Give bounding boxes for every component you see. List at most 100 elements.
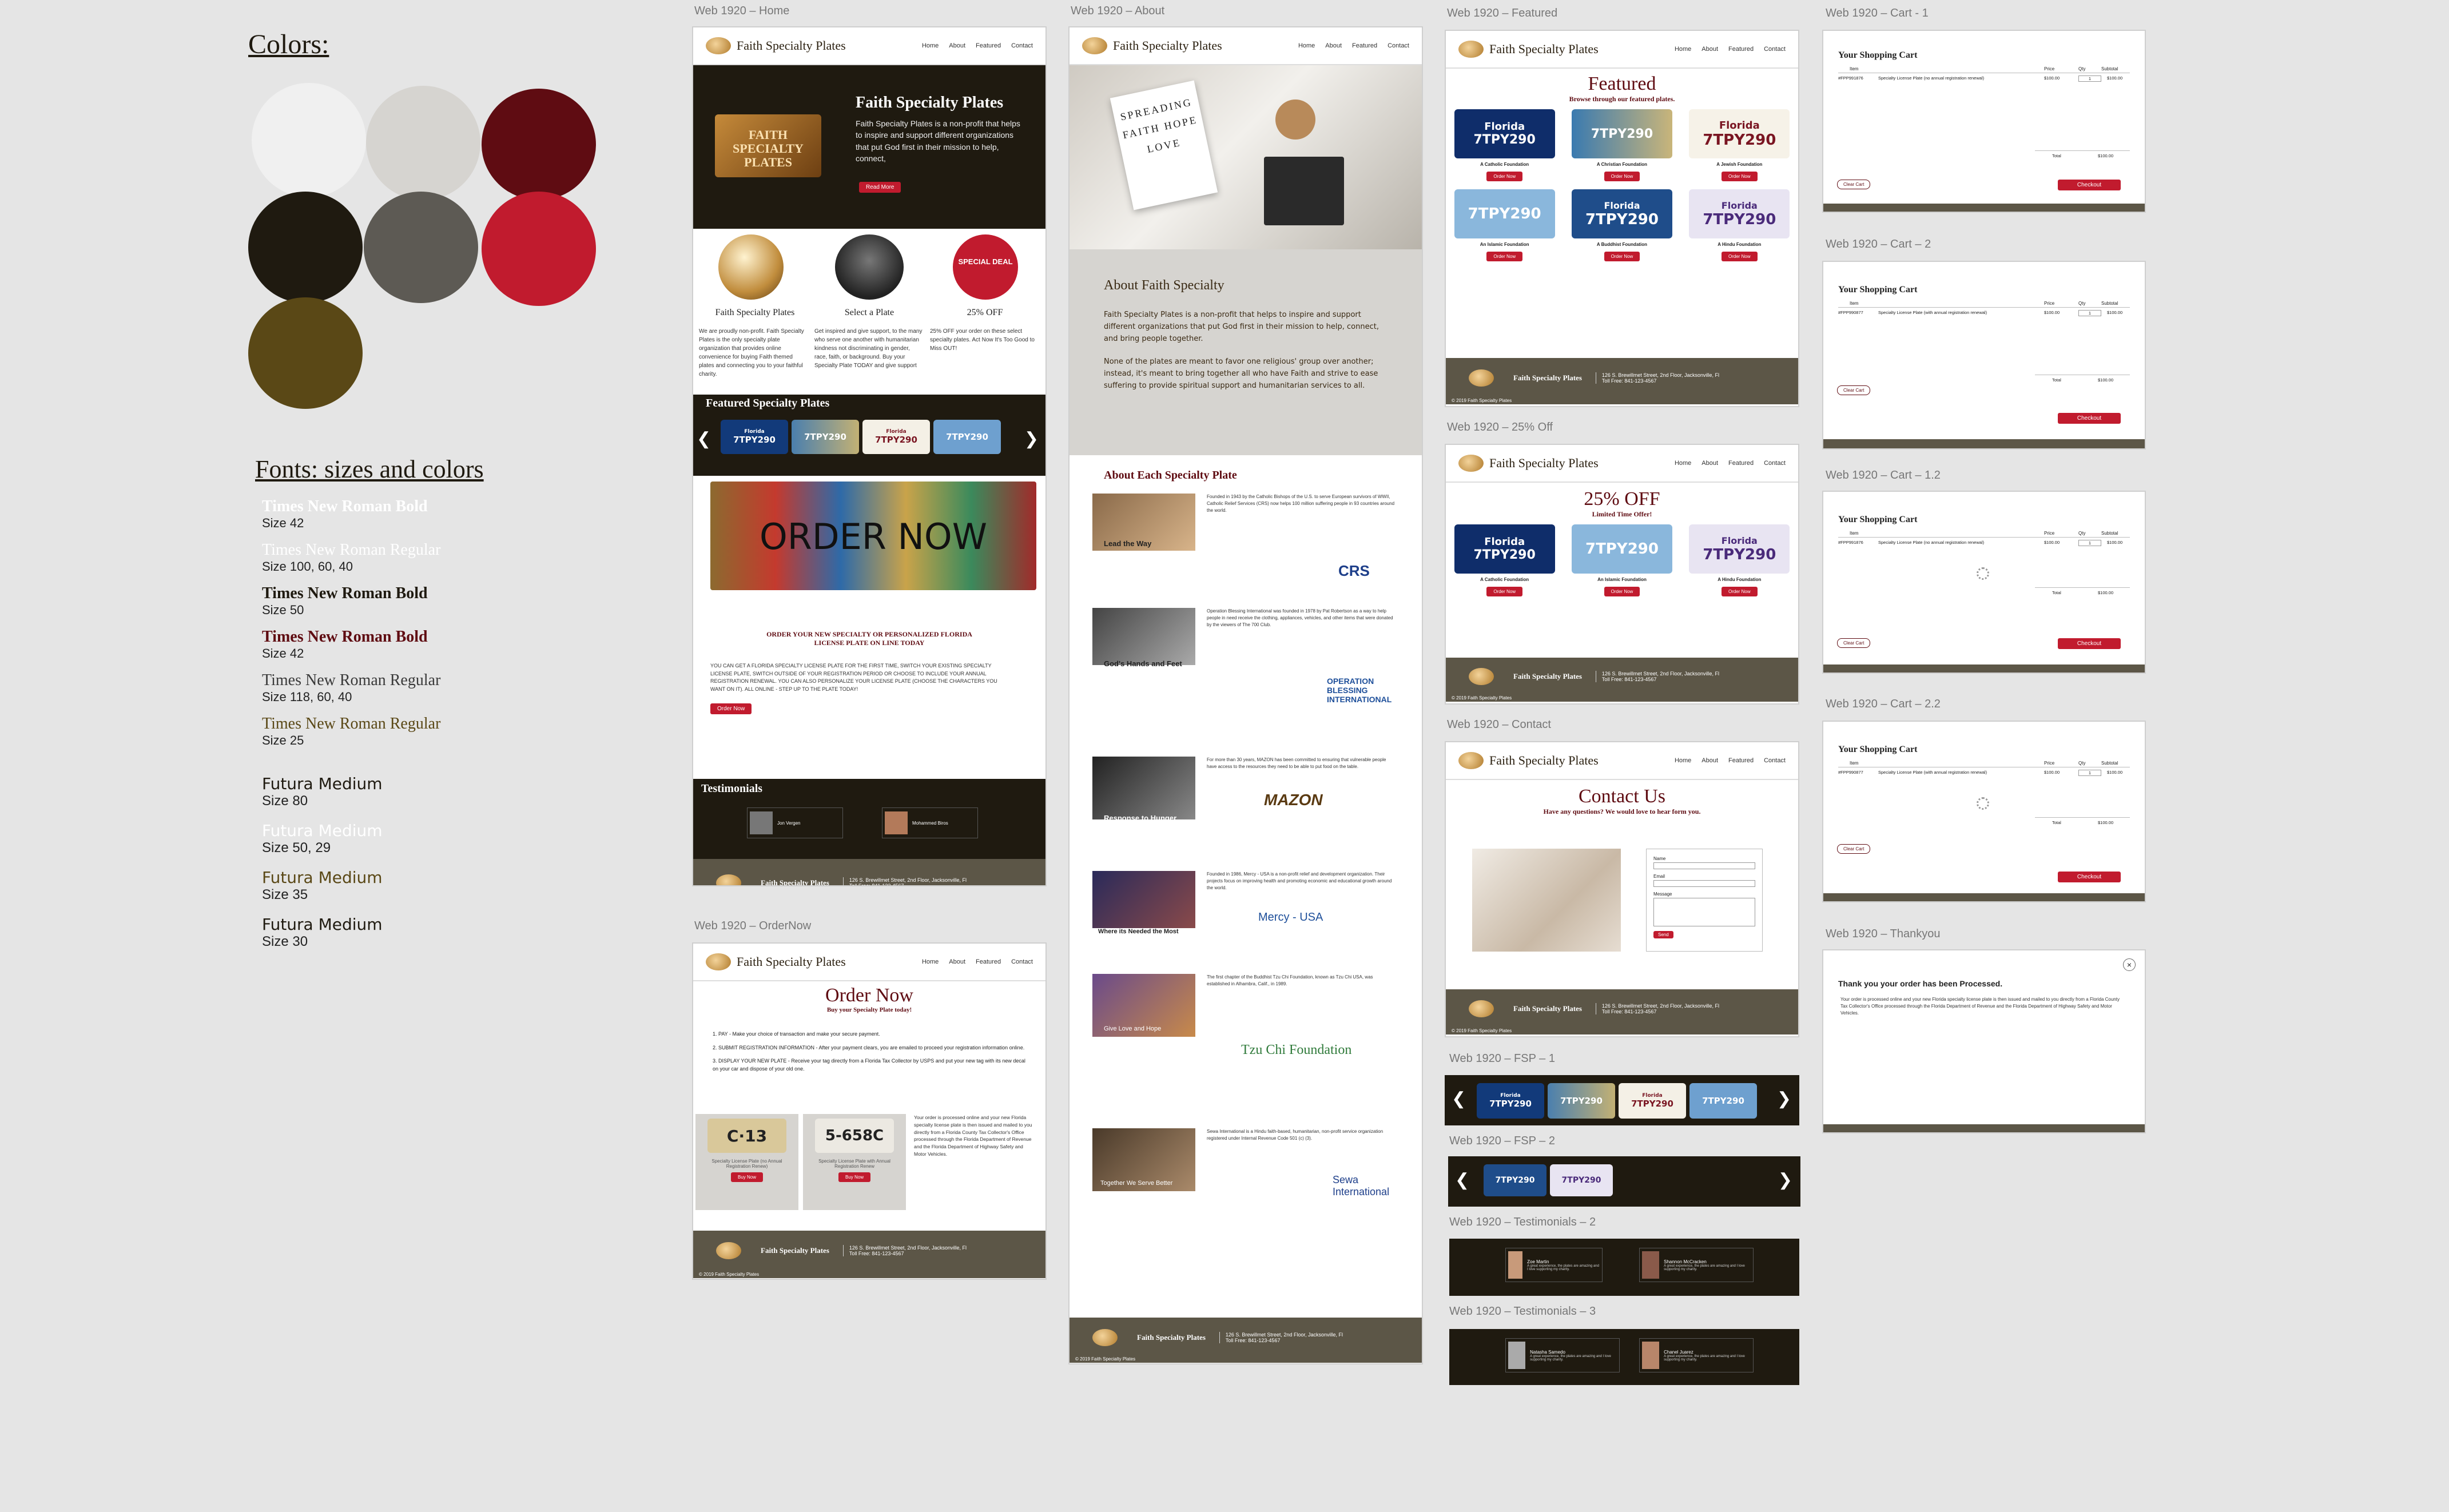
org-item: God's Hands and Feet Operation Blessing … (1092, 602, 1399, 751)
testimonials-section: Testimonials Jon Vergen Mohammed Biros (693, 779, 1045, 859)
carousel-prev-icon[interactable]: ❮ (697, 429, 711, 449)
frame-label: Web 1920 – Testimonials – 2 (1449, 1216, 1596, 1228)
checkout-button[interactable]: Checkout (2058, 872, 2121, 882)
order-now-button[interactable]: Order Now (710, 703, 752, 714)
plate[interactable]: 7TPY290 (1571, 109, 1672, 158)
message-field[interactable] (1653, 898, 1755, 926)
nav-featured[interactable]: Featured (976, 42, 1001, 49)
nav-home[interactable]: Home (922, 958, 939, 965)
read-more-button[interactable]: Read More (859, 182, 901, 193)
plate[interactable]: Florida 7TPY290 (721, 420, 788, 454)
clear-cart-button[interactable]: Clear Cart (1837, 638, 1871, 648)
carousel-prev-icon[interactable]: ❮ (1452, 1089, 1466, 1109)
plate[interactable]: Florida 7TPY290 (1619, 1083, 1686, 1119)
order-now-button[interactable]: Order Now (1721, 172, 1758, 181)
fsp1-frame: ❮ ❯ Florida 7TPY290 7TPY290 Florida 7TPY29… (1445, 1075, 1799, 1125)
plate[interactable]: 7TPY290 (1689, 1083, 1757, 1119)
plate[interactable]: 7TPY290 (1548, 1083, 1615, 1119)
checkout-button[interactable]: Checkout (2058, 638, 2121, 649)
order-now-button[interactable]: Order Now (1604, 172, 1640, 181)
nav-featured[interactable]: Featured (1728, 46, 1754, 53)
nav-about[interactable]: About (949, 42, 965, 49)
plate[interactable]: Florida 7TPY290 (1689, 189, 1790, 238)
checkout-button[interactable]: Checkout (2058, 180, 2121, 190)
cart-headers: Item Price Qty Subtotal (1850, 301, 2118, 306)
carousel-next-icon[interactable]: ❯ (1778, 1170, 1792, 1190)
nav-contact[interactable]: Contact (1764, 757, 1786, 764)
close-icon[interactable]: × (2123, 958, 2136, 971)
nav-contact[interactable]: Contact (1387, 42, 1409, 49)
order-now-button[interactable]: Order Now (1721, 252, 1758, 261)
nav-links: Home About Featured Contact (922, 42, 1033, 49)
nav-featured[interactable]: Featured (1728, 757, 1754, 764)
nav-about[interactable]: About (1701, 46, 1718, 53)
featured-subtitle: Browse through our featured plates. (1569, 95, 1675, 103)
plate[interactable]: 7TPY290 (933, 420, 1001, 454)
frame-label: Web 1920 – About (1071, 5, 1165, 17)
nav-contact[interactable]: Contact (1764, 46, 1786, 53)
nav-about[interactable]: About (1701, 757, 1718, 764)
cart-title: Your Shopping Cart (1838, 50, 1918, 60)
nav-featured[interactable]: Featured (1352, 42, 1377, 49)
nav-about[interactable]: About (1701, 460, 1718, 467)
order-now-button[interactable]: Order Now (1721, 587, 1758, 596)
send-button[interactable]: Send (1653, 931, 1673, 938)
qty-input[interactable]: 1 (2078, 310, 2101, 316)
thankyou-text: Your order is processed online and your … (1840, 997, 2120, 1016)
cart-row: #FPP991876 Specialty License Plate (no an… (1838, 540, 2123, 546)
plate-card: Florida 7TPY290 A Hindu Foundation Order No… (1687, 524, 1792, 596)
buy-now-button[interactable]: Buy Now (730, 1172, 763, 1182)
order-now-button[interactable]: Order Now (1486, 252, 1522, 261)
nav-featured[interactable]: Featured (976, 958, 1001, 965)
order-now-button[interactable]: Order Now (1604, 252, 1640, 261)
nav-home[interactable]: Home (1675, 46, 1691, 53)
nav-contact[interactable]: Contact (1764, 460, 1786, 467)
nav-contact[interactable]: Contact (1011, 42, 1033, 49)
plate[interactable]: Florida 7TPY290 (1571, 189, 1672, 238)
plate[interactable]: Florida 7TPY290 (1689, 109, 1790, 158)
clear-cart-button[interactable]: Clear Cart (1837, 180, 1871, 189)
cart-row: #FPP991876 Specialty License Plate (no an… (1838, 75, 2123, 82)
plate[interactable]: Florida 7TPY290 (1454, 109, 1555, 158)
nav-contact[interactable]: Contact (1011, 958, 1033, 965)
plate-card: 7TPY290 A Christian Foundation Order Now (1569, 109, 1675, 181)
plate[interactable]: 7TPY290 (1454, 189, 1555, 238)
email-field[interactable] (1653, 880, 1755, 887)
frame-label: Web 1920 – Testimonials – 3 (1449, 1305, 1596, 1318)
carousel-next-icon[interactable]: ❯ (1777, 1089, 1791, 1109)
qty-input[interactable]: 1 (2078, 540, 2101, 546)
navbar: Faith Specialty Plates Home About Featured… (1446, 742, 1798, 780)
plate[interactable]: Florida 7TPY290 (862, 420, 930, 454)
checkout-button[interactable]: Checkout (2058, 413, 2121, 424)
nav-about[interactable]: About (1325, 42, 1342, 49)
plate-card: 7TPY290 An Islamic Foundation Order Now (1569, 524, 1675, 596)
name-field[interactable] (1653, 862, 1755, 869)
plate[interactable]: 7TPY290 (1484, 1164, 1546, 1196)
plate[interactable]: Florida 7TPY290 (1454, 524, 1555, 574)
nav-about[interactable]: About (949, 958, 965, 965)
plate[interactable]: Florida 7TPY290 (1689, 524, 1790, 574)
clear-cart-button[interactable]: Clear Cart (1837, 385, 1871, 395)
qty-input[interactable]: 1 (2078, 75, 2101, 82)
clear-cart-button[interactable]: Clear Cart (1837, 844, 1871, 854)
plate[interactable]: 7TPY290 (1571, 524, 1672, 574)
plate[interactable]: 7TPY290 (792, 420, 859, 454)
plate[interactable]: Florida 7TPY290 (1477, 1083, 1544, 1119)
ordernow-steps: 1. PAY - Make your choice of transaction… (713, 1031, 1025, 1072)
nav-home[interactable]: Home (1675, 757, 1691, 764)
copyright: © 2019 Faith Specialty Plates (1070, 1355, 1422, 1363)
order-now-button[interactable]: Order Now (1486, 172, 1522, 181)
footer: Faith Specialty Plates 126 S. Brewillmet… (693, 1231, 1045, 1271)
qty-input[interactable]: 1 (2078, 770, 2101, 776)
plate[interactable]: 7TPY290 (1550, 1164, 1613, 1196)
carousel-next-icon[interactable]: ❯ (1024, 429, 1039, 449)
nav-home[interactable]: Home (922, 42, 939, 49)
order-now-button[interactable]: Order Now (1486, 587, 1522, 596)
about-hero-image: SPREADING FAITH HOPE LOVE (1070, 65, 1422, 249)
nav-home[interactable]: Home (1298, 42, 1315, 49)
nav-featured[interactable]: Featured (1728, 460, 1754, 467)
carousel-prev-icon[interactable]: ❮ (1455, 1170, 1469, 1190)
order-now-button[interactable]: Order Now (1604, 587, 1640, 596)
buy-now-button[interactable]: Buy Now (838, 1172, 870, 1182)
nav-home[interactable]: Home (1675, 460, 1691, 467)
